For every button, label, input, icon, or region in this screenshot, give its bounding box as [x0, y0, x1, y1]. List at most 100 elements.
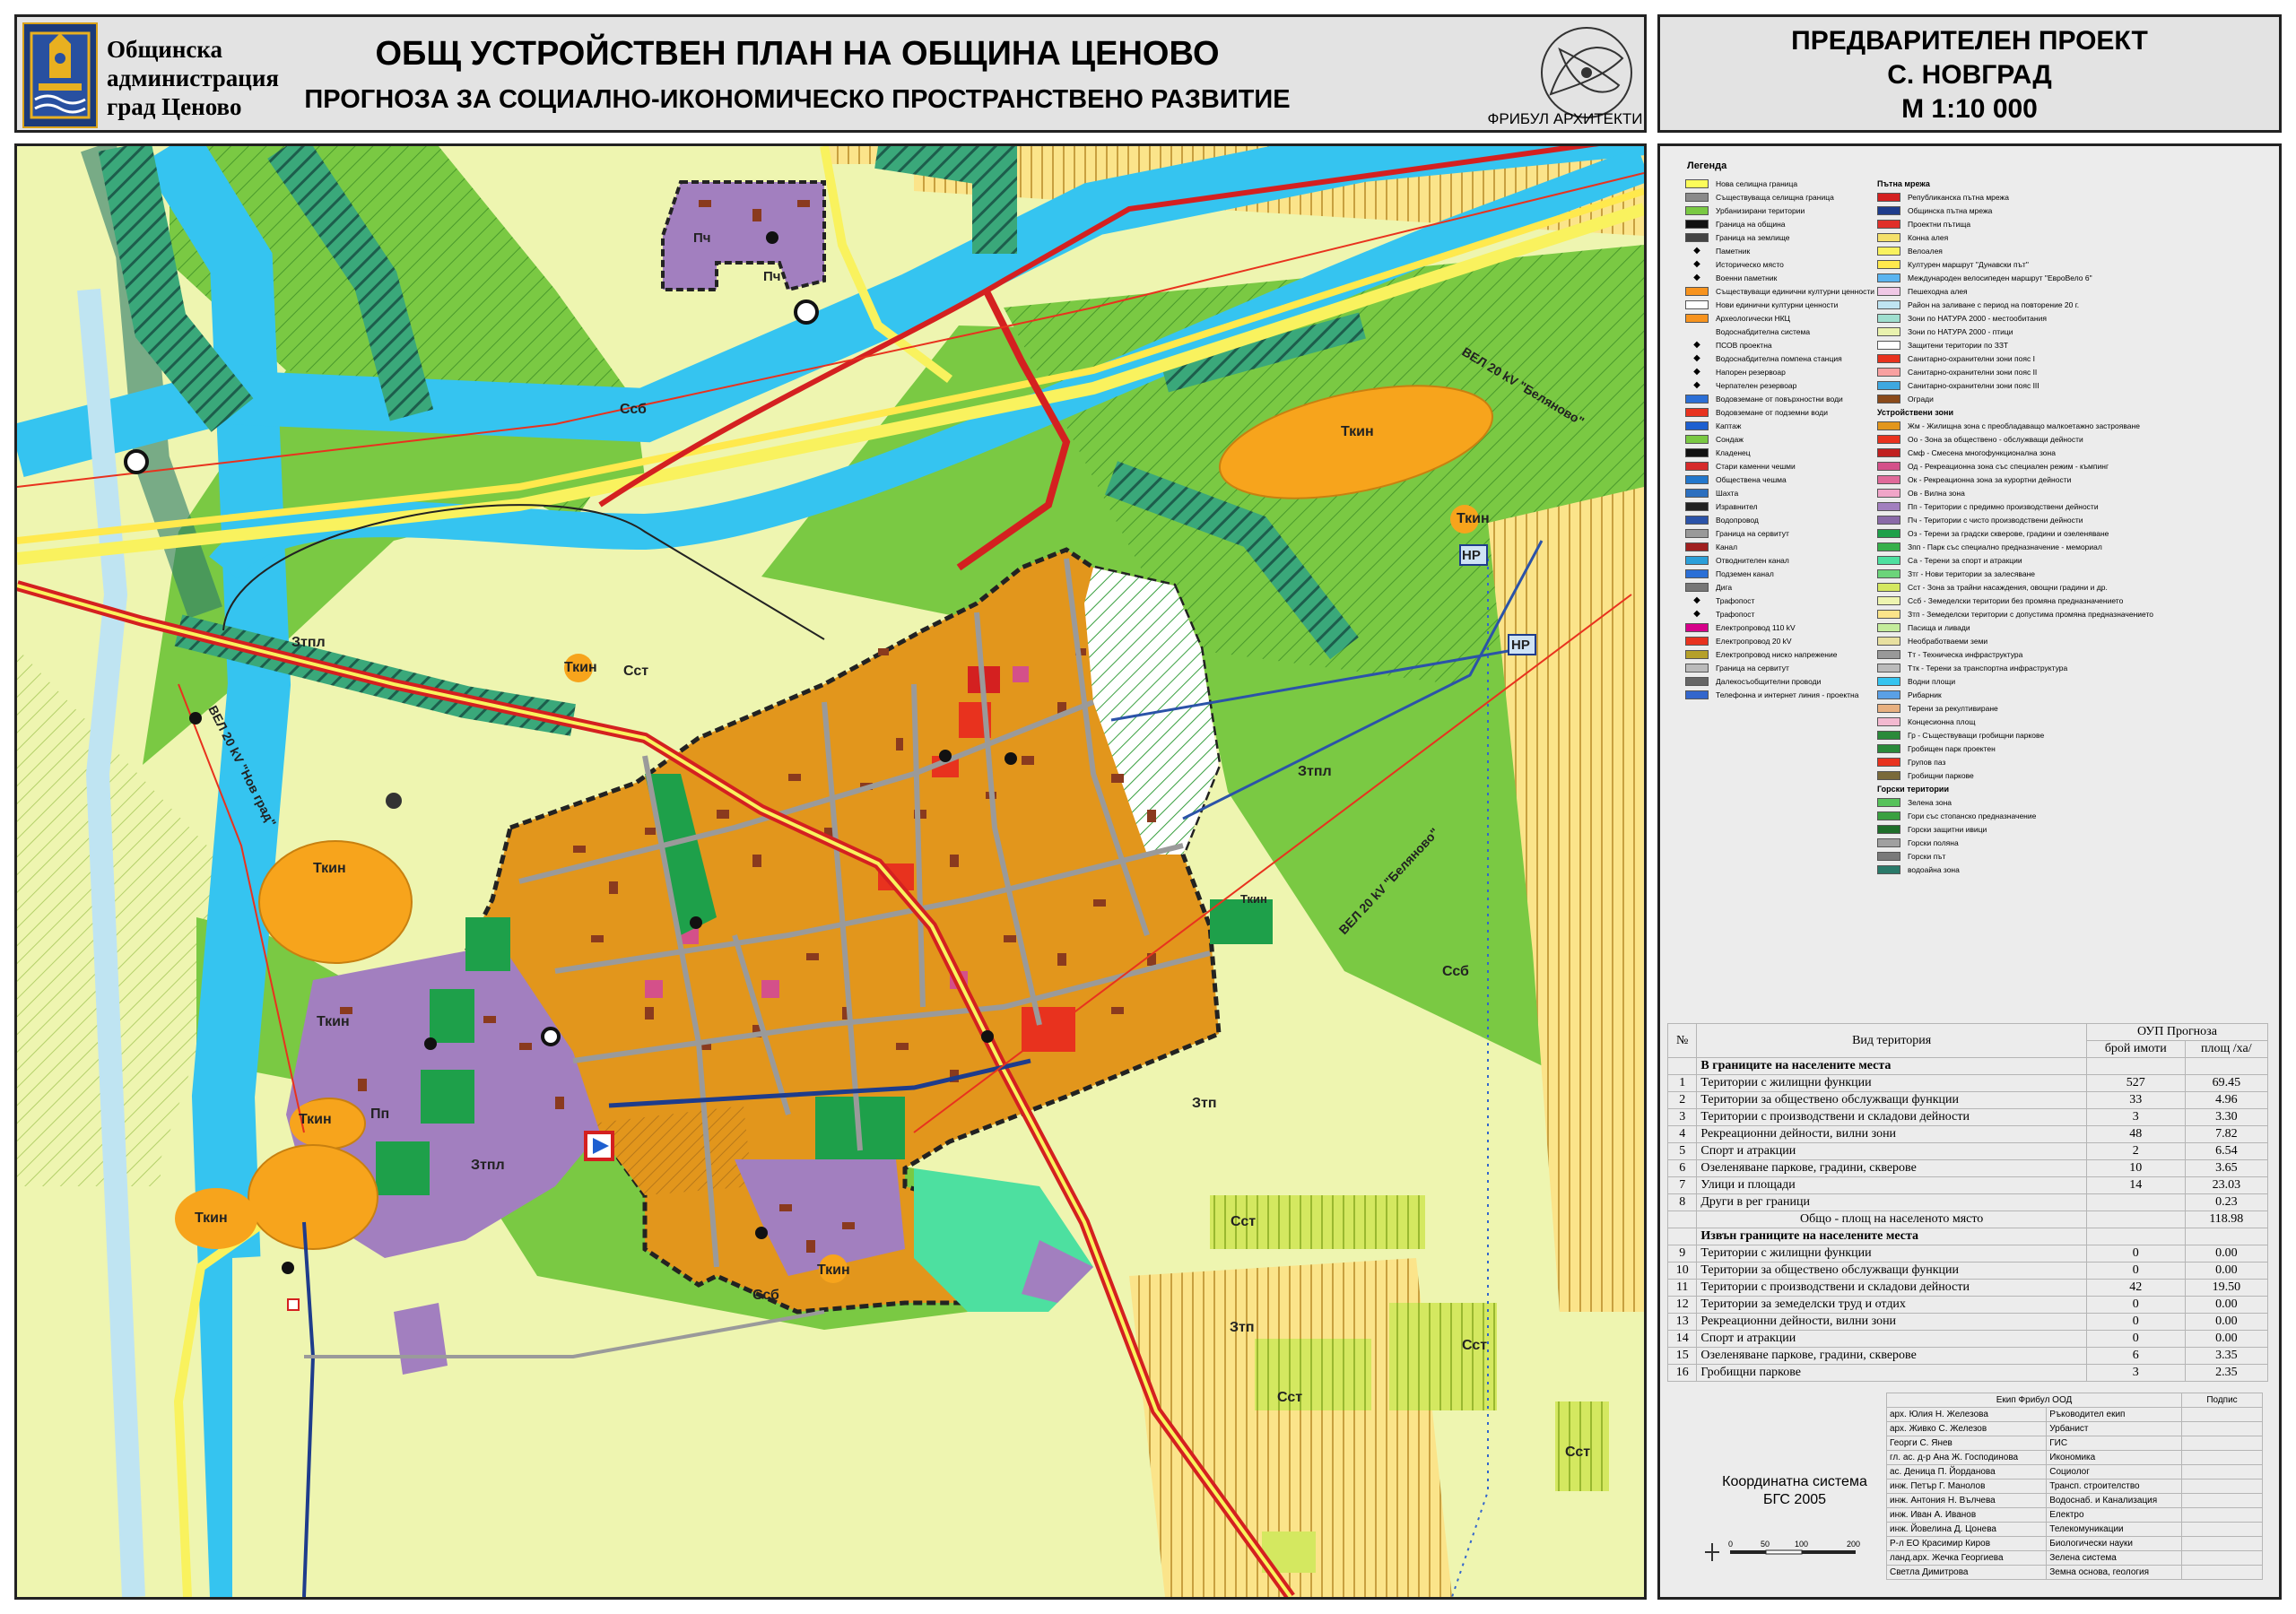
legend-item: Горски територии	[1877, 782, 2173, 795]
legend-label: Международен велосипеден маршрут "ЕвроВе…	[1908, 273, 2092, 282]
wastewater-plant-icon[interactable]	[386, 793, 402, 809]
legend-label: Каптаж	[1716, 421, 1742, 430]
table-row: 14 Спорт и атракции 0 0.00	[1666, 1330, 2269, 1348]
legend-label: Електропровод ниско напрежение	[1716, 649, 1838, 659]
archaeology-site[interactable]	[248, 1144, 378, 1250]
table-row: 15 Озеленяване паркове, градини, скверове…	[1666, 1347, 2269, 1365]
legend-label: водоайна зона	[1908, 864, 1960, 874]
archaeology-site[interactable]	[258, 840, 413, 964]
well-icon[interactable]	[541, 1027, 561, 1046]
total-label: Общо - площ на населеното място	[1696, 1210, 2087, 1228]
well-icon[interactable]	[124, 449, 149, 474]
legend-swatch	[1877, 326, 1900, 336]
row-area: 23.03	[2184, 1176, 2269, 1194]
legend-label: Трафопост	[1716, 609, 1755, 619]
legend-swatch	[1877, 421, 1900, 430]
legend-label: Урбанизирани територии	[1716, 205, 1805, 215]
legend-item: Санитарно-охранителни зони пояс II	[1877, 365, 2173, 378]
legend-item: Санитарно-охранителни зони пояс III	[1877, 378, 2173, 392]
legend-swatch	[1685, 690, 1709, 699]
production-zone[interactable]	[394, 1303, 448, 1375]
project-scale: М 1:10 000	[1901, 94, 2038, 124]
legend-item: Сст - Зона за трайни насаждения, овощни …	[1877, 580, 2173, 594]
legend-label: Санитарно-охранителни зони пояс III	[1908, 380, 2039, 390]
map-label: Ссб	[620, 402, 647, 417]
map-panel[interactable]: Ссб Ткин Ткин НР НР Зтпл Ткин Сст Зтпл Т…	[14, 143, 1647, 1600]
legend-label: Военни паметник	[1716, 273, 1778, 282]
legend-swatch	[1877, 703, 1900, 713]
coordinate-system: Координатна система БГС 2005	[1705, 1473, 1884, 1509]
legend-label: Групов паз	[1908, 757, 1946, 767]
legend-label: Оз - Терени за градски скверове, градини…	[1908, 528, 2109, 538]
member-signature	[2181, 1550, 2263, 1566]
historic-place-icon: ◆	[1693, 259, 1700, 269]
row-count: 0	[2085, 1313, 2186, 1331]
legend-label: Оо - Зона за обществено - обслужващи дей…	[1908, 434, 2083, 444]
legend-swatch	[1685, 421, 1709, 430]
legend-label: Паметник	[1716, 246, 1751, 256]
legend-item: Пч - Територии с чисто производствени де…	[1877, 513, 2173, 526]
map-label: Зтпл	[291, 635, 326, 650]
legend-item: Общинска пътна мрежа	[1877, 204, 2173, 217]
row-name: Озеленяване паркове, градини, скверове	[1696, 1347, 2087, 1365]
legend-swatch	[1877, 595, 1900, 605]
green-park-zone[interactable]	[376, 1141, 430, 1195]
legend-label: Пасища и ливади	[1908, 622, 1970, 632]
legend-item: Водни площи	[1877, 674, 2173, 688]
row-count: 42	[2085, 1279, 2186, 1297]
row-area: 3.65	[2184, 1159, 2269, 1177]
legend-label: Зони по НАТУРА 2000 - местообитания	[1908, 313, 2047, 323]
legend-label: Район на заливане с период на повторение…	[1908, 299, 2080, 309]
recreation-spot[interactable]	[1013, 666, 1029, 682]
legend-item: Терени за рекултивиране	[1877, 701, 2173, 715]
legend-swatch	[1877, 515, 1900, 525]
green-park-zone[interactable]	[465, 917, 510, 971]
heritage-marker[interactable]	[287, 1298, 300, 1311]
legend-swatch	[1685, 676, 1709, 686]
legend-item: Смф - Смесена многофункционална зона	[1877, 446, 2173, 459]
legend-item: Гори със стопанско предназначение	[1877, 809, 2173, 822]
row-name: Територии за обществено обслужващи функц…	[1696, 1091, 2087, 1109]
legend-label: Тт - Техническа инфраструктура	[1908, 649, 2023, 659]
legend-swatch	[1685, 447, 1709, 457]
recreation-spot[interactable]	[645, 980, 663, 998]
legend-label: Проектни пътища	[1908, 219, 1971, 229]
legend-label: Граница на землище	[1716, 232, 1790, 242]
green-park-zone[interactable]	[430, 989, 474, 1043]
legend-swatch	[1877, 340, 1900, 350]
statistics-table: № Вид територия ОУП Прогноза брой имоти площ…	[1666, 1023, 2269, 1382]
legend-title: Легенда	[1687, 161, 1727, 171]
legend-label: Жм - Жилищна зона с преобладаващо малкое…	[1908, 421, 2140, 430]
row-no: 15	[1666, 1347, 1698, 1365]
legend-label: Канал	[1716, 542, 1738, 551]
legend-swatch	[1877, 676, 1900, 686]
legend-swatch	[1877, 730, 1900, 740]
legend-label: Санитарно-охранителни зони пояс II	[1908, 367, 2038, 377]
row-count: 48	[2085, 1125, 2186, 1143]
legend-swatch	[1877, 757, 1900, 767]
well-icon[interactable]	[794, 299, 819, 325]
row-no: 13	[1666, 1313, 1698, 1331]
land-use-map[interactable]: Ссб Ткин Ткин НР НР Зтпл Ткин Сст Зтпл Т…	[17, 146, 1644, 1597]
green-park-zone[interactable]	[1210, 899, 1273, 944]
legend-label: Граница на сервитут	[1716, 528, 1789, 538]
row-no: 3	[1666, 1108, 1698, 1126]
legend-swatch	[1685, 192, 1709, 202]
legend-item: Ссб - Земеделски територии без промяна п…	[1877, 594, 2173, 607]
member-signature	[2181, 1507, 2263, 1523]
legend-label: Гр - Съществуващи гробищни паркове	[1908, 730, 2045, 740]
green-park-zone[interactable]	[421, 1070, 474, 1124]
legend-item: Проектни пътища	[1877, 217, 2173, 230]
team-row: ас. Деница П. Йорданова Социолог	[1885, 1464, 2263, 1480]
recreation-spot[interactable]	[761, 980, 779, 998]
member-role: Трансп. строителство	[2046, 1479, 2182, 1494]
legend-item: Зтп - Земеделски територии с допустима п…	[1877, 607, 2173, 620]
member-role: Биологически науки	[2046, 1536, 2182, 1551]
team-row: Р-л ЕО Красимир Киров Биологически науки	[1885, 1536, 2263, 1551]
legend-label: Нови единични културни ценности	[1716, 299, 1839, 309]
legend-label: Отводнителен канал	[1716, 555, 1789, 565]
sign-header: Подпис	[2181, 1393, 2263, 1408]
table-total-row: Общо - площ на населеното място 118.98	[1666, 1210, 2269, 1228]
legend-swatch	[1877, 434, 1900, 444]
legend-item: Защитени територии по ЗЗТ	[1877, 338, 2173, 351]
